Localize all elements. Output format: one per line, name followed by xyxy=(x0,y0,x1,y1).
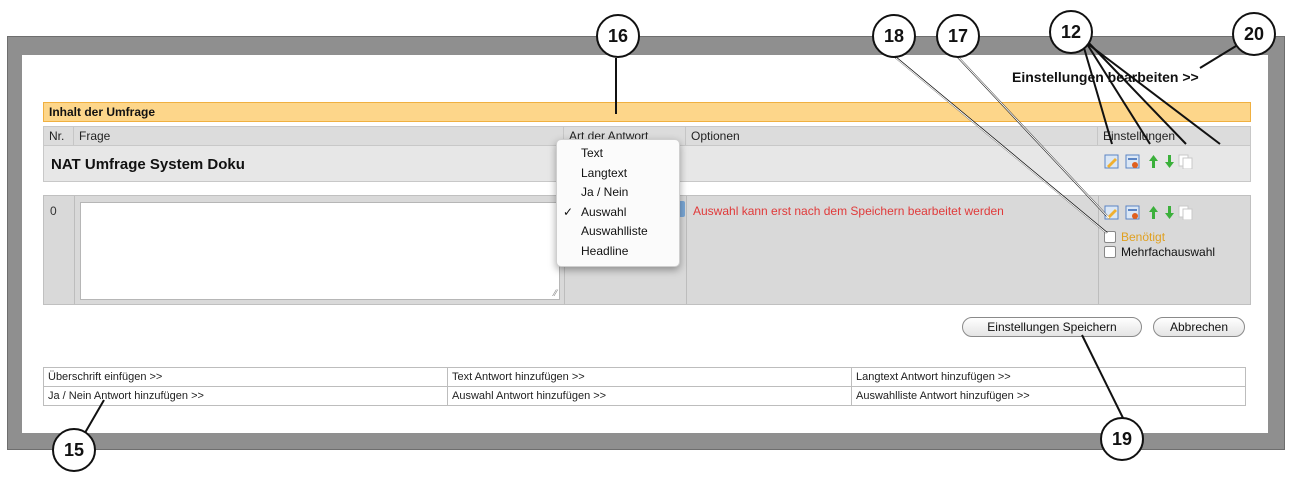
copy-icon[interactable] xyxy=(1178,154,1193,169)
save-settings-button[interactable]: Einstellungen Speichern xyxy=(962,317,1142,337)
add-choicelist-answer-link[interactable]: Auswahlliste Antwort hinzufügen >> xyxy=(851,386,1246,406)
menu-item-langtext[interactable]: Langtext xyxy=(581,166,627,180)
resize-grip-icon[interactable]: ⁄⁄ xyxy=(554,288,557,298)
multi-select-label: Mehrfachauswahl xyxy=(1121,245,1216,259)
arrow-up-icon[interactable] xyxy=(1146,154,1161,169)
add-yesno-answer-link[interactable]: Ja / Nein Antwort hinzufügen >> xyxy=(43,386,448,406)
callout-17: 17 xyxy=(936,14,980,58)
edit-settings-link[interactable]: Einstellungen bearbeiten >> xyxy=(1012,69,1199,85)
question-text-input[interactable]: ⁄⁄ xyxy=(80,202,560,300)
insert-headline-link[interactable]: Überschrift einfügen >> xyxy=(43,367,448,387)
section-header: Inhalt der Umfrage xyxy=(43,102,1251,122)
options-warning: Auswahl kann erst nach dem Speichern bea… xyxy=(693,204,1004,218)
add-actions-table: Überschrift einfügen >> Text Antwort hin… xyxy=(43,367,1246,406)
copy-icon[interactable] xyxy=(1178,205,1193,220)
menu-item-auswahlliste[interactable]: Auswahlliste xyxy=(581,224,648,238)
callout-12: 12 xyxy=(1049,10,1093,54)
arrow-up-icon[interactable] xyxy=(1146,205,1161,220)
divider xyxy=(74,196,75,304)
col-frage-header: Frage xyxy=(74,127,564,145)
check-icon: ✓ xyxy=(563,205,574,219)
divider xyxy=(686,196,687,304)
required-label: Benötigt xyxy=(1121,230,1166,244)
table-row: Überschrift einfügen >> Text Antwort hin… xyxy=(43,367,1246,387)
arrow-down-icon[interactable] xyxy=(1162,205,1177,220)
col-nr-header: Nr. xyxy=(44,127,74,145)
required-checkbox[interactable] xyxy=(1104,231,1116,243)
callout-15: 15 xyxy=(52,428,96,472)
divider xyxy=(1098,196,1099,304)
multi-select-checkbox[interactable] xyxy=(1104,246,1116,258)
edit-icon[interactable] xyxy=(1104,154,1119,169)
title-row-icons xyxy=(1104,154,1194,170)
callout-20: 20 xyxy=(1232,12,1276,56)
question-number: 0 xyxy=(50,204,57,218)
col-einstellungen-header: Einstellungen xyxy=(1103,129,1176,143)
settings-icon[interactable] xyxy=(1125,154,1140,169)
add-text-answer-link[interactable]: Text Antwort hinzufügen >> xyxy=(447,367,852,387)
question-row-icons xyxy=(1104,205,1194,221)
arrow-down-icon[interactable] xyxy=(1162,154,1177,169)
col-optionen-header: Optionen xyxy=(686,127,1098,145)
table-row: Ja / Nein Antwort hinzufügen >> Auswahl … xyxy=(43,386,1246,406)
edit-icon[interactable] xyxy=(1104,205,1119,220)
menu-item-headline[interactable]: Headline xyxy=(581,244,628,258)
add-choice-answer-link[interactable]: Auswahl Antwort hinzufügen >> xyxy=(447,386,852,406)
cancel-button[interactable]: Abbrechen xyxy=(1153,317,1245,337)
add-longtext-answer-link[interactable]: Langtext Antwort hinzufügen >> xyxy=(851,367,1246,387)
answer-type-dropdown: Text Langtext Ja / Nein ✓ Auswahl Auswah… xyxy=(556,139,680,267)
menu-item-text[interactable]: Text xyxy=(581,146,603,160)
menu-item-janein[interactable]: Ja / Nein xyxy=(581,185,628,199)
callout-19: 19 xyxy=(1100,417,1144,461)
callout-16: 16 xyxy=(596,14,640,58)
menu-item-auswahl[interactable]: Auswahl xyxy=(581,205,626,219)
settings-icon[interactable] xyxy=(1125,205,1140,220)
callout-18: 18 xyxy=(872,14,916,58)
survey-title: NAT Umfrage System Doku xyxy=(51,156,245,173)
